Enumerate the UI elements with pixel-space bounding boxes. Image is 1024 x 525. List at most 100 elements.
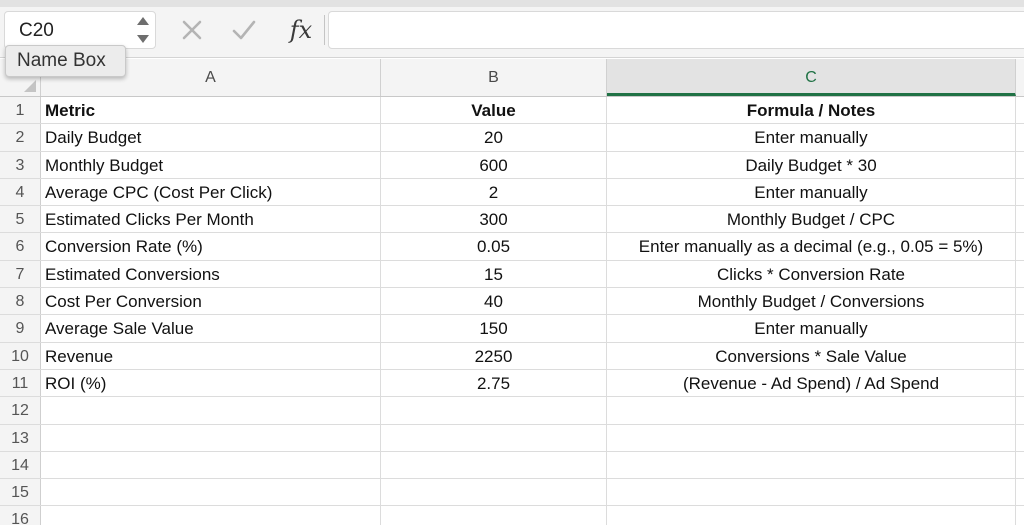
row-header[interactable]: 13 xyxy=(0,424,41,451)
cell[interactable]: Daily Budget xyxy=(41,124,381,151)
cell[interactable]: Clicks * Conversion Rate xyxy=(607,260,1016,288)
row-header[interactable]: 1 xyxy=(0,97,41,124)
row-header[interactable]: 10 xyxy=(0,342,41,369)
cell[interactable] xyxy=(1016,425,1024,451)
cell[interactable]: ROI (%) xyxy=(41,369,381,397)
row-header[interactable]: 12 xyxy=(0,397,41,424)
cell[interactable]: Estimated Conversions xyxy=(41,260,381,288)
cell[interactable]: 300 xyxy=(381,206,607,233)
name-box-stepper[interactable] xyxy=(137,12,149,48)
table-row: 2 Daily Budget 20 Enter manually xyxy=(0,124,1024,152)
cell[interactable]: Monthly Budget / Conversions xyxy=(607,288,1016,315)
cell[interactable] xyxy=(1016,124,1024,150)
cell[interactable]: 15 xyxy=(381,260,607,288)
row-header[interactable]: 11 xyxy=(0,369,41,397)
cell[interactable]: Monthly Budget xyxy=(41,151,381,178)
cell[interactable]: 600 xyxy=(381,151,607,178)
cell[interactable]: Conversions * Sale Value xyxy=(607,342,1016,369)
cell[interactable] xyxy=(1016,288,1024,314)
table-row: 4 Average CPC (Cost Per Click) 2 Enter m… xyxy=(0,178,1024,207)
cell[interactable] xyxy=(41,506,381,525)
cell[interactable] xyxy=(41,397,381,424)
cell[interactable] xyxy=(607,479,1016,506)
cell[interactable] xyxy=(381,451,607,479)
cell[interactable] xyxy=(1016,233,1024,259)
cell[interactable] xyxy=(1016,261,1024,287)
table-row: 15 xyxy=(0,479,1024,507)
cell[interactable]: 2250 xyxy=(381,342,607,369)
column-header-d[interactable] xyxy=(1016,59,1024,96)
cell[interactable]: (Revenue - Ad Spend) / Ad Spend xyxy=(607,369,1016,397)
row-header[interactable]: 4 xyxy=(0,178,41,206)
cell[interactable]: Conversion Rate (%) xyxy=(41,233,381,260)
check-icon[interactable] xyxy=(224,12,264,48)
table-row: 13 xyxy=(0,424,1024,452)
row-header[interactable]: 8 xyxy=(0,288,41,315)
cell[interactable]: Formula / Notes xyxy=(607,97,1016,124)
cell[interactable] xyxy=(607,451,1016,479)
cell[interactable]: 2.75 xyxy=(381,369,607,397)
cell[interactable]: Enter manually xyxy=(607,124,1016,151)
chevron-up-icon[interactable] xyxy=(137,17,149,25)
column-headers: A B C xyxy=(0,59,1024,97)
cell[interactable] xyxy=(381,397,607,424)
cancel-icon[interactable] xyxy=(172,12,212,48)
cell[interactable]: Metric xyxy=(41,97,381,124)
cell[interactable]: Monthly Budget / CPC xyxy=(607,206,1016,233)
cell[interactable]: Average Sale Value xyxy=(41,315,381,342)
cell[interactable] xyxy=(1016,179,1024,205)
cell[interactable]: 20 xyxy=(381,124,607,151)
cell[interactable]: 0.05 xyxy=(381,233,607,260)
cell[interactable] xyxy=(1016,315,1024,341)
cell[interactable] xyxy=(1016,97,1024,123)
cell[interactable] xyxy=(607,506,1016,525)
cell[interactable] xyxy=(1016,370,1024,396)
row-header[interactable]: 16 xyxy=(0,506,41,525)
column-header-c[interactable]: C xyxy=(607,59,1016,96)
row-header[interactable]: 6 xyxy=(0,233,41,260)
row-header[interactable]: 14 xyxy=(0,451,41,479)
cell[interactable]: Cost Per Conversion xyxy=(41,288,381,315)
cell[interactable]: 40 xyxy=(381,288,607,315)
cell[interactable] xyxy=(381,424,607,451)
cell[interactable] xyxy=(41,479,381,506)
cell[interactable]: 150 xyxy=(381,315,607,342)
cell[interactable] xyxy=(41,451,381,479)
cell[interactable]: Estimated Clicks Per Month xyxy=(41,206,381,233)
cell[interactable] xyxy=(1016,452,1024,478)
row-header[interactable]: 2 xyxy=(0,124,41,151)
cell[interactable] xyxy=(1016,343,1024,369)
cell[interactable] xyxy=(381,506,607,525)
cell[interactable] xyxy=(41,424,381,451)
column-header-b[interactable]: B xyxy=(381,59,607,96)
name-box[interactable]: C20 xyxy=(4,11,156,49)
cell[interactable]: Value xyxy=(381,97,607,124)
cell[interactable] xyxy=(1016,397,1024,423)
chevron-down-icon[interactable] xyxy=(137,35,149,43)
row-header[interactable]: 3 xyxy=(0,151,41,178)
cell[interactable]: Enter manually xyxy=(607,315,1016,342)
row-header[interactable]: 5 xyxy=(0,206,41,233)
cell[interactable]: Daily Budget * 30 xyxy=(607,151,1016,178)
cell[interactable]: 2 xyxy=(381,178,607,206)
cell[interactable] xyxy=(381,479,607,506)
cell[interactable]: Enter manually as a decimal (e.g., 0.05 … xyxy=(607,233,1016,260)
row-header[interactable]: 9 xyxy=(0,315,41,342)
cell[interactable] xyxy=(1016,506,1024,525)
formula-bar-divider xyxy=(324,15,325,45)
row-header[interactable]: 15 xyxy=(0,479,41,506)
cell[interactable] xyxy=(1016,152,1024,178)
cell[interactable] xyxy=(607,397,1016,424)
cell[interactable] xyxy=(1016,206,1024,232)
name-box-value[interactable]: C20 xyxy=(19,20,54,42)
table-row: 16 xyxy=(0,506,1024,525)
fx-icon[interactable]: fx xyxy=(282,12,320,48)
table-row: 1 Metric Value Formula / Notes xyxy=(0,97,1024,125)
cell[interactable]: Enter manually xyxy=(607,178,1016,206)
row-header[interactable]: 7 xyxy=(0,260,41,288)
cell[interactable]: Average CPC (Cost Per Click) xyxy=(41,178,381,206)
cell[interactable]: Revenue xyxy=(41,342,381,369)
cell[interactable] xyxy=(607,424,1016,451)
formula-input[interactable] xyxy=(328,11,1024,49)
cell[interactable] xyxy=(1016,479,1024,505)
